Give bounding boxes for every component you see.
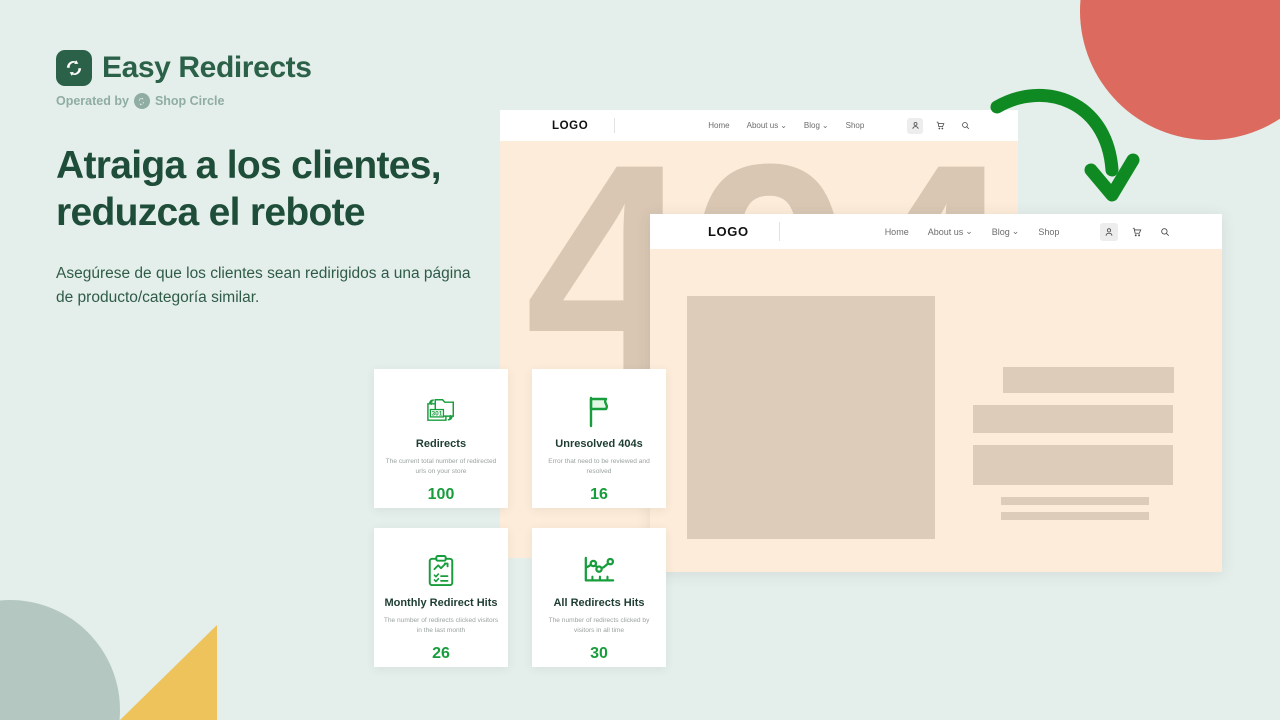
nav-item-blog-back[interactable]: Blog ⌄ — [804, 121, 829, 130]
stat-card-title: All Redirects Hits — [553, 597, 645, 609]
storefront-navbar-back: LOGO Home About us ⌄ Blog ⌄ Shop — [500, 110, 1018, 141]
stat-card-monthly-hits[interactable]: Monthly Redirect Hits The number of redi… — [374, 528, 508, 667]
operated-by-company: Shop Circle — [154, 94, 225, 108]
flag-icon — [584, 392, 614, 432]
green-curved-arrow-icon — [985, 82, 1160, 227]
chevron-down-icon: ⌄ — [821, 121, 829, 130]
product-page-body — [650, 249, 1222, 572]
line-chart-icon — [581, 551, 617, 591]
hero-section: Easy Redirects Operated by Shop Circle A… — [56, 50, 486, 310]
page-title: Atraiga a los clientes, reduzca el rebot… — [56, 144, 442, 234]
nav-item-home-back[interactable]: Home — [708, 121, 729, 130]
nav-item-about-back[interactable]: About us ⌄ — [747, 121, 787, 130]
text-bar-placeholder — [973, 445, 1173, 485]
chevron-down-icon: ⌄ — [780, 121, 787, 130]
thin-line-placeholder — [1001, 512, 1149, 520]
redirect-301-pages-icon: 301 — [423, 392, 459, 432]
store-logo-front: LOGO — [708, 224, 749, 239]
stat-card-unresolved-404s[interactable]: Unresolved 404s Error that need to be re… — [532, 369, 666, 508]
cart-icon[interactable] — [932, 118, 948, 134]
chevron-down-icon: ⌄ — [965, 226, 973, 236]
stat-card-value: 26 — [432, 645, 450, 662]
browser-mockup-product: LOGO Home About us ⌄ Blog ⌄ Shop — [650, 214, 1222, 572]
refresh-circular-arrows-icon — [56, 50, 92, 86]
storefront-nav-back: Home About us ⌄ Blog ⌄ Shop — [708, 121, 864, 130]
operated-by-label: Operated by — [56, 94, 129, 108]
product-image-placeholder — [687, 296, 935, 539]
chevron-down-icon: ⌄ — [1011, 226, 1020, 236]
user-icon[interactable] — [907, 117, 923, 134]
clipboard-chart-icon — [426, 551, 456, 591]
operated-by-row: Operated by Shop Circle — [56, 93, 486, 109]
stat-card-value: 100 — [427, 486, 455, 503]
storefront-nav-front: Home About us ⌄ Blog ⌄ Shop — [885, 226, 1060, 237]
svg-text:301: 301 — [431, 411, 442, 418]
navbar-divider-front — [778, 222, 780, 241]
stat-card-description: The current total number of redirected u… — [385, 458, 497, 475]
yellow-triangle-decoration — [120, 625, 217, 720]
stat-card-value: 16 — [590, 486, 608, 503]
stat-card-all-hits[interactable]: All Redirects Hits The number of redirec… — [532, 528, 666, 667]
search-icon[interactable] — [957, 118, 973, 134]
hero-description: Asegúrese de que los clientes sean redir… — [56, 265, 471, 306]
stat-card-description: The number of redirects clicked visitors… — [383, 617, 499, 634]
stat-card-title: Redirects — [415, 438, 467, 450]
stat-card-value: 30 — [590, 645, 608, 662]
nav-item-shop-back[interactable]: Shop — [846, 121, 865, 130]
product-text-placeholders — [973, 367, 1178, 527]
thin-line-placeholder — [1001, 497, 1149, 505]
stat-card-redirects[interactable]: 301 Redirects The current total number o… — [374, 369, 508, 508]
nav-item-shop-front[interactable]: Shop — [1038, 227, 1059, 237]
navbar-icons-back — [907, 117, 973, 134]
app-name: Easy Redirects — [102, 51, 312, 84]
stat-card-title: Unresolved 404s — [555, 438, 643, 450]
stat-card-title: Monthly Redirect Hits — [384, 597, 498, 609]
nav-item-home-front[interactable]: Home — [885, 227, 909, 237]
nav-item-blog-front[interactable]: Blog ⌄ — [992, 226, 1020, 237]
nav-item-about-front[interactable]: About us ⌄ — [928, 226, 973, 237]
stat-card-description: The number of redirects clicked by visit… — [548, 617, 650, 634]
navbar-divider-back — [614, 118, 616, 133]
title-bar-placeholder — [1003, 367, 1174, 393]
text-bar-placeholder — [973, 405, 1173, 433]
brand-header: Easy Redirects — [56, 50, 486, 86]
sage-circle-decoration — [0, 600, 120, 720]
store-logo-back: LOGO — [552, 119, 589, 132]
stat-card-description: Error that need to be reviewed and resol… — [548, 458, 650, 475]
shop-circle-logo-icon — [133, 93, 150, 109]
